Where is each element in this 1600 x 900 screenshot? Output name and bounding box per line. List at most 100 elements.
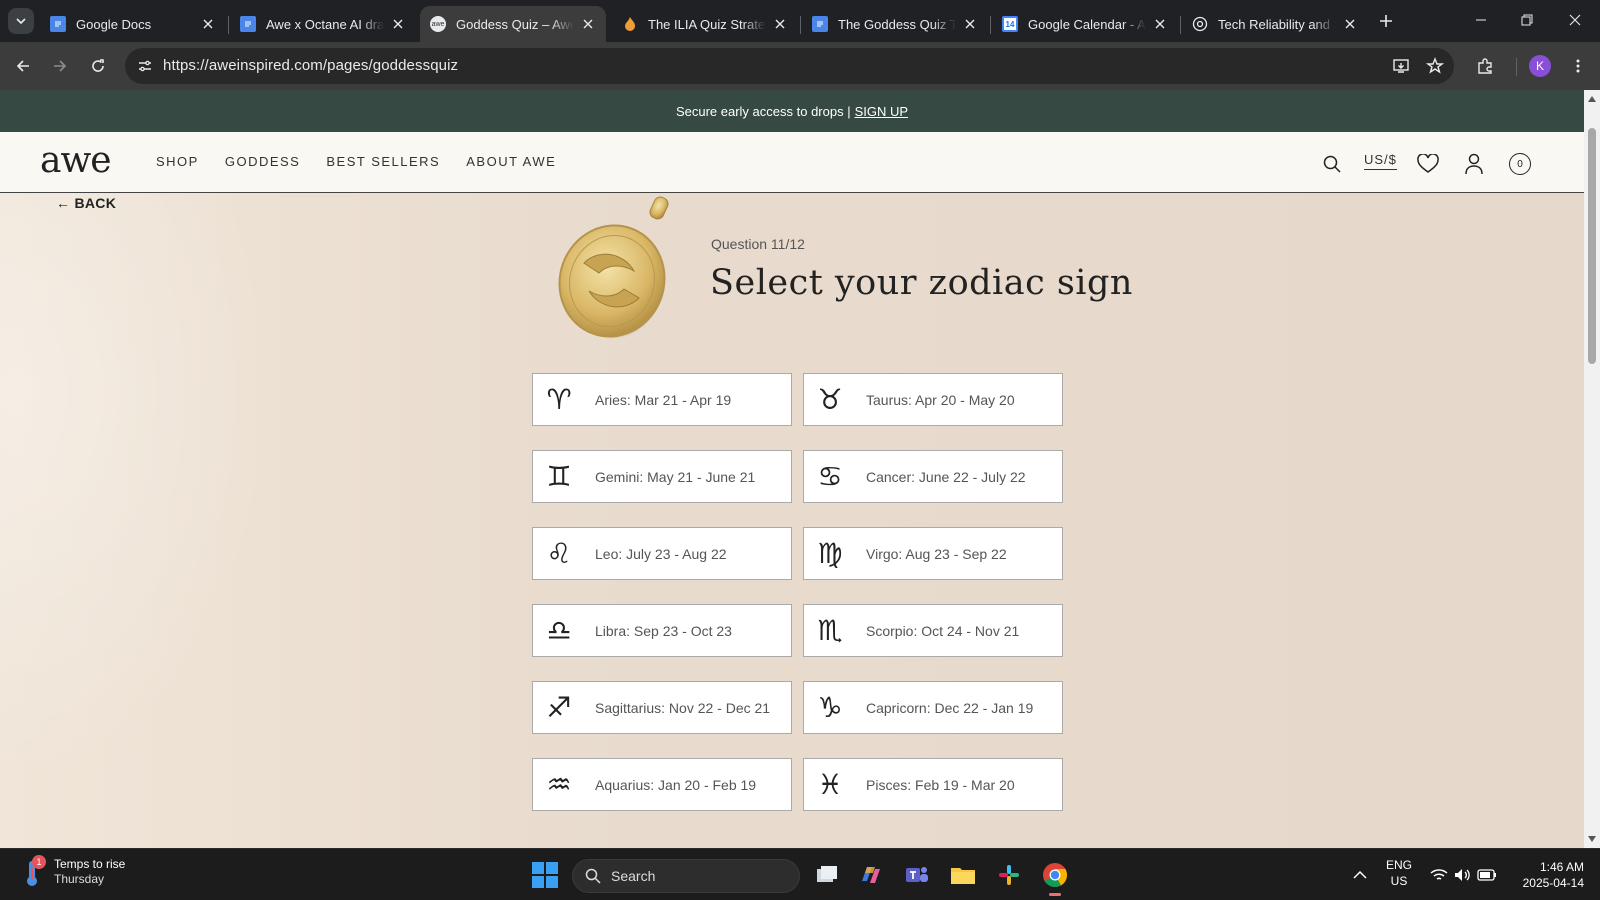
tab-tech-reliability[interactable]: Tech Reliability and S (1182, 6, 1368, 42)
minimize-icon (1476, 19, 1486, 21)
browser-menu-button[interactable] (1566, 54, 1590, 78)
tab-awe-octane-draft[interactable]: Awe x Octane AI draft (230, 6, 416, 42)
tab-title: Awe x Octane AI draft (266, 16, 384, 32)
profile-avatar[interactable]: K (1529, 55, 1551, 77)
chrome-button[interactable] (1040, 860, 1070, 896)
wishlist-button[interactable] (1416, 152, 1440, 176)
scroll-down-arrow[interactable] (1587, 834, 1597, 844)
system-clock[interactable]: 1:46 AM 2025-04-14 (1500, 859, 1584, 891)
site-search-button[interactable] (1320, 152, 1344, 176)
wifi-button[interactable] (1429, 865, 1449, 885)
scroll-thumb[interactable] (1588, 128, 1596, 364)
nav-about-awe[interactable]: ABOUT AWE (466, 154, 556, 169)
pisces-icon: ♓ (817, 767, 843, 801)
option-aries[interactable]: ♈ Aries: Mar 21 - Apr 19 (532, 373, 792, 426)
libra-icon: ♎ (546, 613, 572, 647)
slack-button[interactable] (994, 860, 1024, 890)
close-icon[interactable] (390, 16, 406, 32)
sign-up-link[interactable]: SIGN UP (855, 104, 908, 119)
copilot-button[interactable] (856, 860, 886, 890)
close-icon[interactable] (580, 16, 596, 32)
option-leo[interactable]: ♌ Leo: July 23 - Aug 22 (532, 527, 792, 580)
currency-selector[interactable]: US/$ (1364, 152, 1397, 170)
chevron-down-icon (16, 18, 26, 25)
new-tab-button[interactable] (1376, 11, 1396, 31)
browser-toolbar: https://aweinspired.com/pages/goddessqui… (0, 42, 1600, 90)
close-icon[interactable] (200, 16, 216, 32)
slack-icon (999, 865, 1019, 885)
restore-button[interactable] (1504, 0, 1550, 40)
back-button[interactable] (11, 54, 35, 78)
weather-widget[interactable]: 1 Temps to rise Thursday (20, 855, 126, 887)
tab-goddess-quiz-doc[interactable]: The Goddess Quiz The (802, 6, 988, 42)
option-label: Sagittarius: Nov 22 - Dec 21 (595, 699, 771, 716)
tab-title: Google Calendar - April (1028, 16, 1146, 32)
site-info-button[interactable] (133, 54, 157, 78)
install-app-button[interactable] (1389, 54, 1413, 78)
tab-title: Tech Reliability and S (1218, 16, 1336, 32)
option-cancer[interactable]: ♋ Cancer: June 22 - July 22 (803, 450, 1063, 503)
site-logo[interactable]: awe (40, 140, 112, 181)
account-button[interactable] (1462, 152, 1486, 176)
option-virgo[interactable]: ♍ Virgo: Aug 23 - Sep 22 (803, 527, 1063, 580)
more-vert-icon (1576, 59, 1580, 73)
option-gemini[interactable]: ♊ Gemini: May 21 - June 21 (532, 450, 792, 503)
volume-button[interactable] (1453, 865, 1473, 885)
user-icon (1465, 153, 1483, 175)
language-code: ENG (1386, 858, 1413, 872)
option-capricorn[interactable]: ♑ Capricorn: Dec 22 - Jan 19 (803, 681, 1063, 734)
tab-google-calendar[interactable]: 14 Google Calendar - April (992, 6, 1178, 42)
restore-icon (1521, 14, 1533, 26)
close-icon (1569, 14, 1581, 26)
language-indicator[interactable]: ENG US (1386, 857, 1412, 889)
close-window-button[interactable] (1552, 0, 1598, 40)
minimize-button[interactable] (1458, 0, 1504, 40)
weather-subtitle: Thursday (54, 872, 105, 886)
extensions-button[interactable] (1473, 54, 1497, 78)
bookmark-button[interactable] (1423, 54, 1447, 78)
close-icon[interactable] (962, 16, 978, 32)
scroll-up-arrow[interactable] (1587, 94, 1597, 104)
tab-ilia-quiz-strategy[interactable]: The ILIA Quiz Strategy (612, 6, 798, 42)
option-label: Gemini: May 21 - June 21 (595, 468, 756, 485)
option-taurus[interactable]: ♉ Taurus: Apr 20 - May 20 (803, 373, 1063, 426)
option-libra[interactable]: ♎ Libra: Sep 23 - Oct 23 (532, 604, 792, 657)
file-explorer-button[interactable] (948, 860, 978, 890)
option-scorpio[interactable]: ♏ Scorpio: Oct 24 - Nov 21 (803, 604, 1063, 657)
battery-button[interactable] (1477, 865, 1497, 885)
option-aquarius[interactable]: ♒ Aquarius: Jan 20 - Feb 19 (532, 758, 792, 811)
aries-icon: ♈ (546, 382, 572, 416)
back-link[interactable]: ← BACK (56, 195, 116, 211)
sagittarius-icon: ♐ (546, 690, 572, 724)
nav-best-sellers[interactable]: BEST SELLERS (326, 154, 440, 169)
teams-button[interactable] (902, 860, 932, 890)
reload-button[interactable] (86, 54, 110, 78)
page-scrollbar[interactable] (1584, 90, 1600, 848)
option-sagittarius[interactable]: ♐ Sagittarius: Nov 22 - Dec 21 (532, 681, 792, 734)
url-text[interactable]: https://aweinspired.com/pages/goddessqui… (163, 57, 458, 74)
cart-button[interactable]: 0 (1509, 153, 1531, 175)
option-label: Taurus: Apr 20 - May 20 (866, 391, 1015, 408)
start-button[interactable] (532, 862, 558, 888)
option-pisces[interactable]: ♓ Pisces: Feb 19 - Mar 20 (803, 758, 1063, 811)
tab-search-button[interactable] (8, 8, 34, 34)
announcement-text: Secure early access to drops | (675, 103, 851, 119)
weather-badge: 1 (32, 855, 46, 869)
forward-button[interactable] (48, 54, 72, 78)
address-bar[interactable]: https://aweinspired.com/pages/goddessqui… (125, 48, 1454, 84)
nav-shop[interactable]: SHOP (156, 154, 199, 169)
windows-logo-icon (532, 862, 544, 874)
show-hidden-icons-button[interactable] (1350, 865, 1370, 885)
tab-goddess-quiz[interactable]: awe Goddess Quiz – Awe Inspired (420, 6, 606, 42)
tab-google-docs[interactable]: Google Docs (40, 6, 226, 42)
nav-goddess[interactable]: GODDESS (225, 154, 301, 169)
option-label: Aquarius: Jan 20 - Feb 19 (595, 776, 757, 793)
close-icon[interactable] (1152, 16, 1168, 32)
weather-title: Temps to rise (54, 857, 126, 871)
close-icon[interactable] (1342, 16, 1358, 32)
puzzle-icon (1478, 58, 1492, 74)
aquarius-icon: ♒ (546, 767, 572, 801)
taskbar-search[interactable]: Search (572, 859, 800, 893)
task-view-button[interactable] (812, 860, 842, 890)
close-icon[interactable] (772, 16, 788, 32)
